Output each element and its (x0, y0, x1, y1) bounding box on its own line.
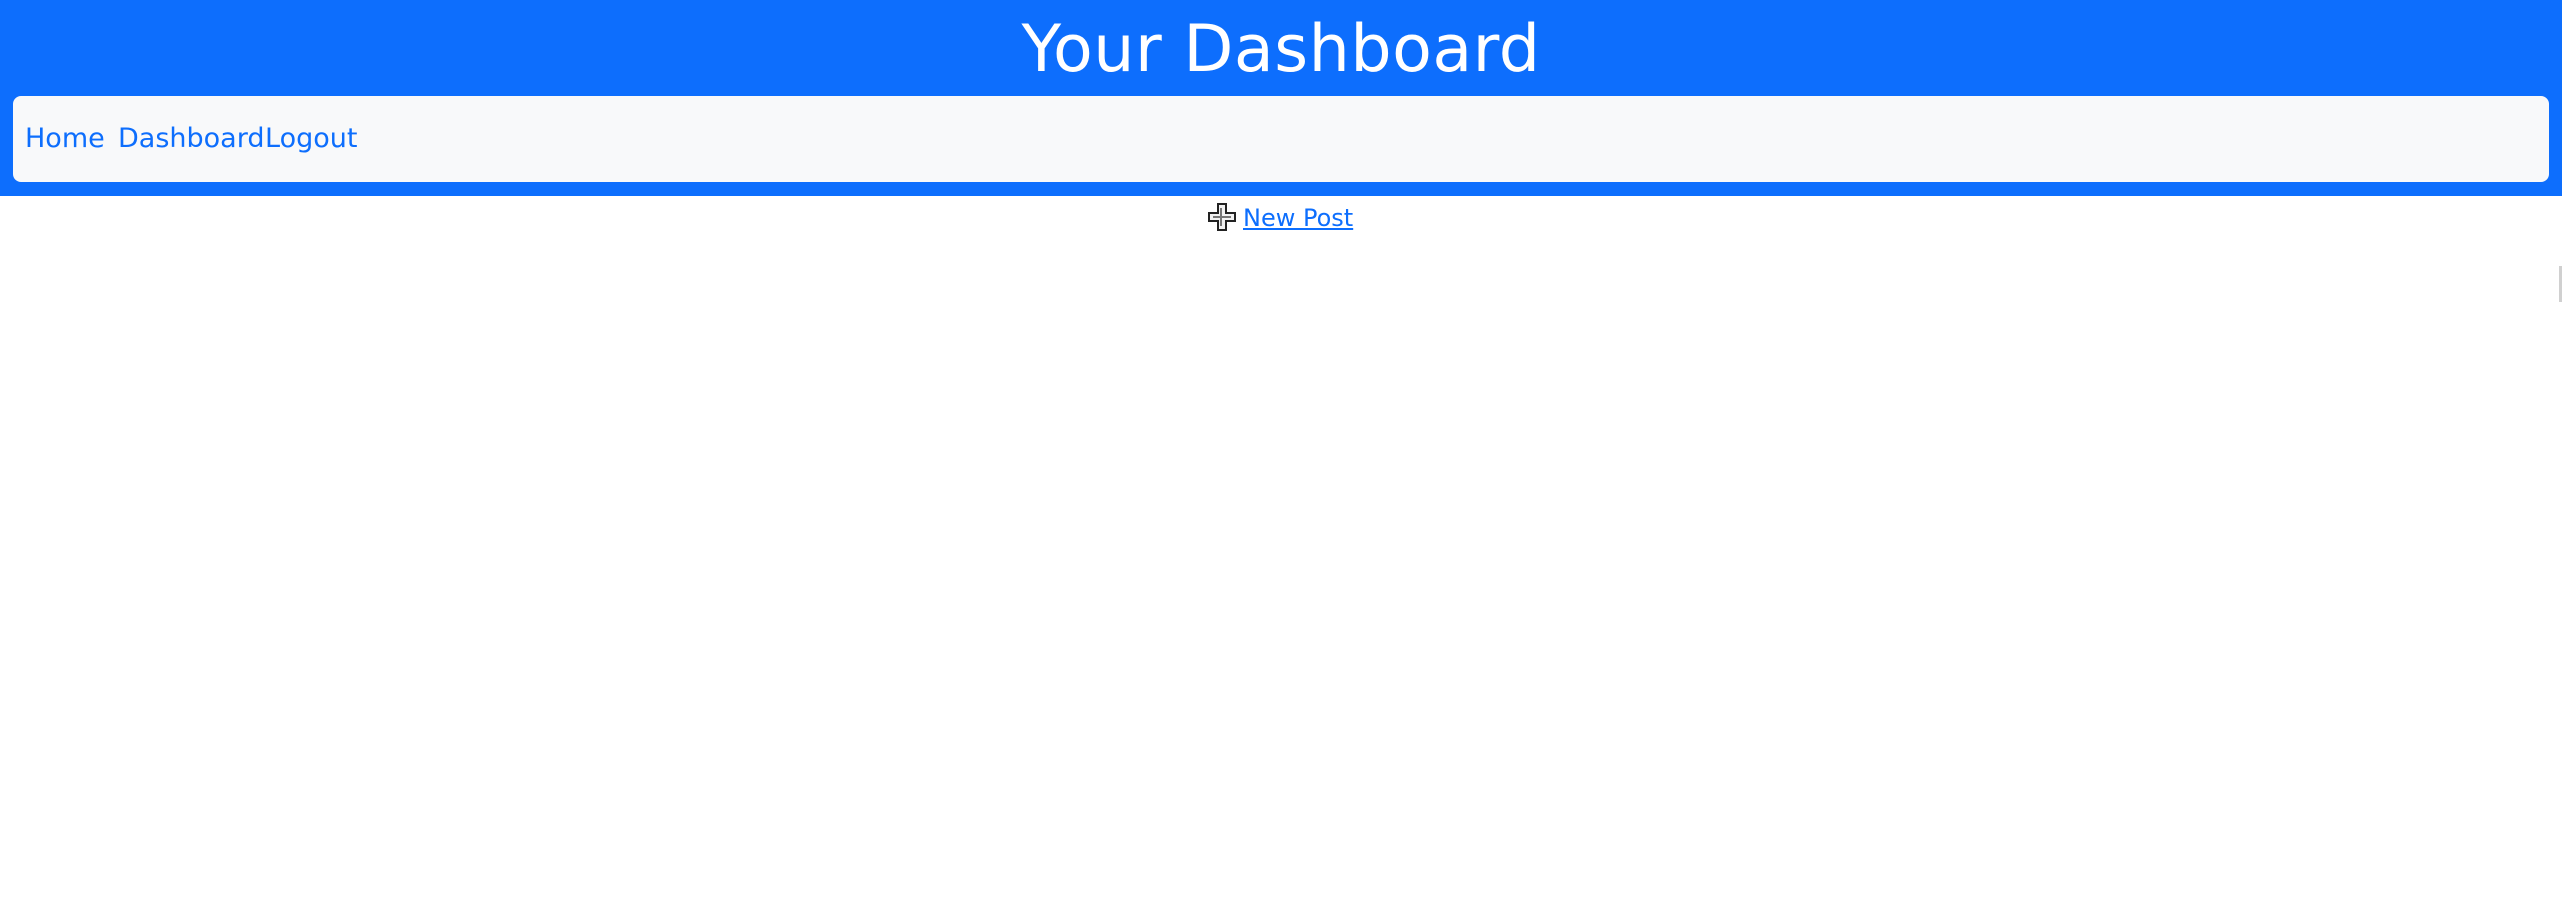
navbar: Home Dashboard Logout (13, 96, 2549, 182)
nav-link-logout[interactable]: Logout (265, 96, 357, 182)
new-post-link[interactable]: New Post (1207, 198, 1353, 238)
nav-link-dashboard[interactable]: Dashboard (118, 96, 264, 182)
plus-icon (1207, 202, 1237, 232)
page-title: Your Dashboard (1021, 12, 1541, 87)
nav-link-home[interactable]: Home (25, 96, 105, 182)
header: Your Dashboard Home Dashboard Logout (0, 0, 2562, 196)
new-post-label: New Post (1243, 204, 1354, 232)
